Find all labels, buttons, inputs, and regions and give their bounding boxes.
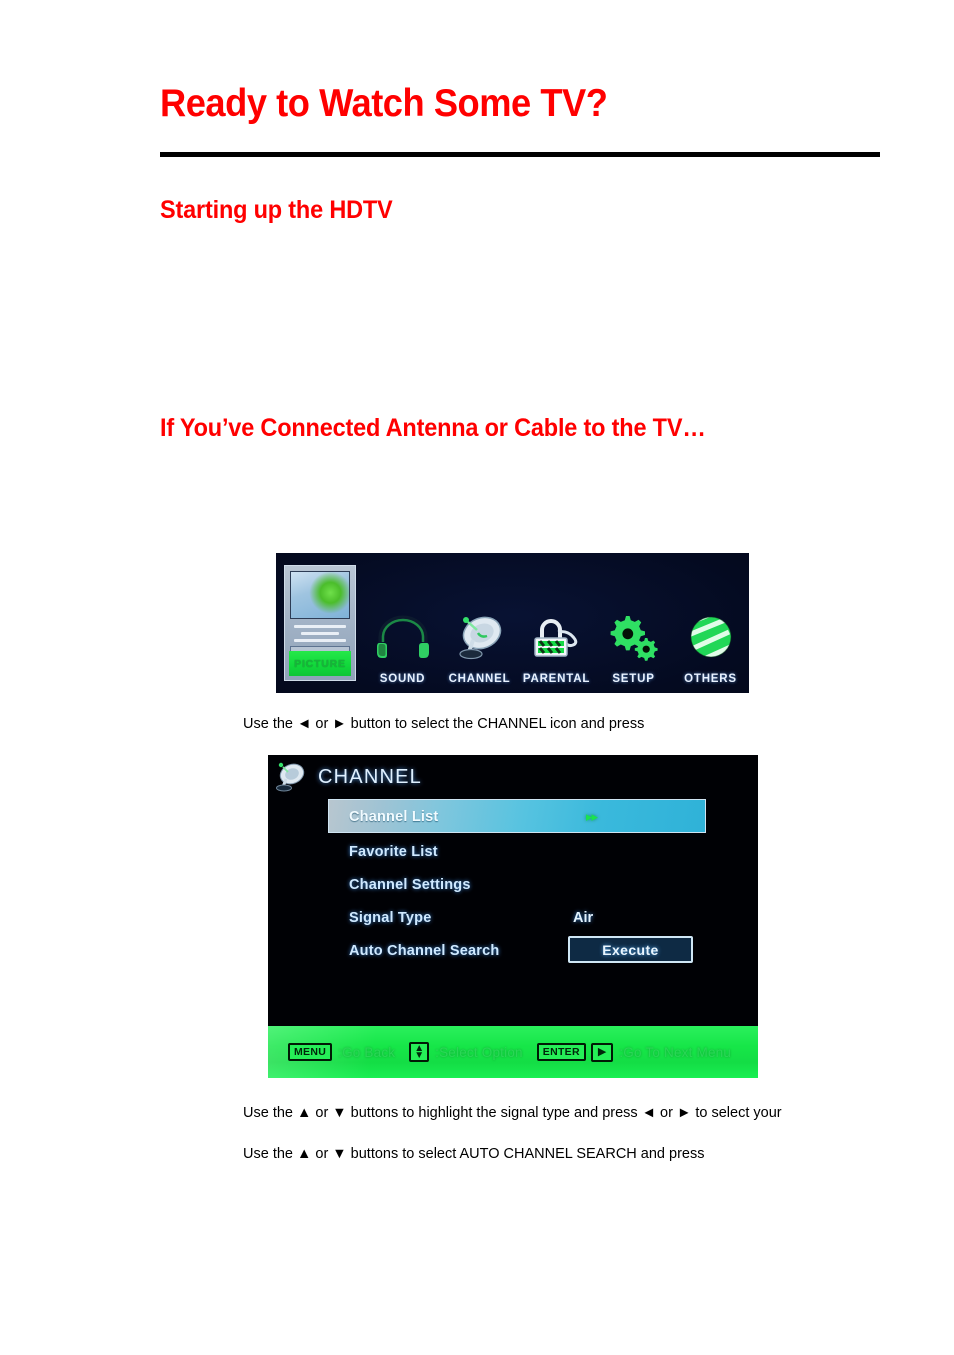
globe-icon bbox=[680, 606, 742, 668]
double-right-arrow-icon: ▸▸ bbox=[586, 809, 598, 824]
osd-channel-row-signal-type[interactable]: Signal Type Air bbox=[268, 901, 758, 934]
osd-channel-header: CHANNEL bbox=[268, 759, 422, 795]
up-down-arrow-key-icon: ▲ ▼ bbox=[409, 1042, 430, 1062]
headphones-icon bbox=[372, 606, 434, 668]
osd-menu-item-setup-label: SETUP bbox=[612, 673, 655, 685]
enter-key-icon: ENTER bbox=[536, 1042, 586, 1062]
osd-channel-row-favorite-list[interactable]: Favorite List bbox=[268, 835, 758, 868]
footer-hint-menu: MENU :Go Back bbox=[288, 1042, 409, 1062]
osd-menu-item-picture-label: PICTURE bbox=[294, 657, 346, 670]
caption-select-auto-channel-search: Use the ▲ or ▼ buttons to select AUTO CH… bbox=[243, 1146, 705, 1162]
footer-hint-updown: ▲ ▼ :Select Option bbox=[409, 1042, 537, 1062]
osd-channel-row-label: Channel Settings bbox=[349, 876, 471, 893]
title-divider bbox=[160, 152, 880, 157]
picture-icon-bars bbox=[290, 625, 350, 642]
osd-channel-row-channel-list[interactable]: Channel List ▸▸ bbox=[268, 799, 758, 835]
footer-hint-enter: ENTER ▶ :Go To Next Menu bbox=[536, 1042, 745, 1062]
page-title: Ready to Watch Some TV? bbox=[160, 82, 608, 125]
osd-channel-row-channel-settings[interactable]: Channel Settings bbox=[268, 868, 758, 901]
osd-menu-item-setup[interactable]: SETUP bbox=[595, 553, 672, 693]
right-arrow-key-icon: ▶ bbox=[590, 1042, 614, 1062]
execute-button-label: Execute bbox=[602, 941, 659, 958]
osd-menu-item-picture-selected-bar: PICTURE bbox=[289, 651, 351, 676]
osd-menu-item-parental-label: PARENTAL bbox=[522, 673, 591, 685]
satellite-dish-icon bbox=[449, 606, 511, 668]
osd-main-menu-screenshot: PICTURE SOUND CHANNEL PARENTAL SETUP OTH… bbox=[276, 553, 749, 693]
padlock-icon bbox=[526, 606, 588, 668]
osd-menu-item-others-label: OTHERS bbox=[684, 673, 737, 685]
execute-button[interactable]: Execute bbox=[568, 936, 693, 963]
gears-icon bbox=[603, 606, 665, 668]
osd-menu-item-sound[interactable]: SOUND bbox=[364, 553, 441, 693]
osd-menu-item-parental[interactable]: PARENTAL bbox=[518, 553, 595, 693]
osd-menu-item-sound-label: SOUND bbox=[379, 673, 426, 685]
down-arrow-glyph: ▼ bbox=[414, 1050, 425, 1061]
caption-select-channel-icon: Use the ◄ or ► button to select the CHAN… bbox=[243, 716, 645, 732]
osd-channel-row-auto-channel-search[interactable]: Auto Channel Search Execute bbox=[268, 934, 758, 967]
footer-hint-enter-label: :Go To Next Menu bbox=[619, 1044, 732, 1060]
footer-hint-menu-label: :Go Back bbox=[338, 1044, 396, 1060]
osd-channel-footer: MENU :Go Back ▲ ▼ :Select Option ENTER ▶… bbox=[268, 1026, 758, 1078]
osd-icon-row: PICTURE SOUND CHANNEL PARENTAL SETUP OTH… bbox=[276, 553, 749, 693]
picture-icon: PICTURE bbox=[284, 565, 356, 681]
picture-icon-screen bbox=[290, 571, 350, 619]
osd-channel-row-list: Channel List ▸▸ Favorite List Channel Se… bbox=[268, 799, 758, 967]
osd-channel-menu-screenshot: CHANNEL Channel List ▸▸ Favorite List Ch… bbox=[268, 755, 758, 1078]
osd-menu-item-picture[interactable]: PICTURE bbox=[276, 553, 364, 693]
execute-button-inner: Execute bbox=[570, 938, 691, 961]
osd-channel-row-label: Favorite List bbox=[349, 843, 438, 860]
caption-highlight-signal-type: Use the ▲ or ▼ buttons to highlight the … bbox=[243, 1105, 782, 1121]
menu-key-icon: MENU bbox=[288, 1042, 333, 1062]
osd-menu-item-channel[interactable]: CHANNEL bbox=[441, 553, 518, 693]
osd-channel-signal-type-value: Air bbox=[573, 909, 594, 926]
osd-channel-title: CHANNEL bbox=[318, 765, 422, 788]
satellite-dish-icon bbox=[270, 759, 312, 795]
section-heading-starting-up: Starting up the HDTV bbox=[160, 196, 393, 224]
osd-channel-row-label: Channel List bbox=[349, 809, 439, 825]
osd-menu-item-channel-label: CHANNEL bbox=[448, 673, 511, 685]
osd-menu-item-others[interactable]: OTHERS bbox=[672, 553, 749, 693]
footer-hint-updown-label: :Select Option bbox=[435, 1044, 523, 1060]
section-heading-antenna-cable: If You’ve Connected Antenna or Cable to … bbox=[160, 414, 706, 442]
osd-channel-row-label: Signal Type bbox=[349, 909, 432, 926]
osd-channel-row-label: Auto Channel Search bbox=[349, 942, 500, 959]
